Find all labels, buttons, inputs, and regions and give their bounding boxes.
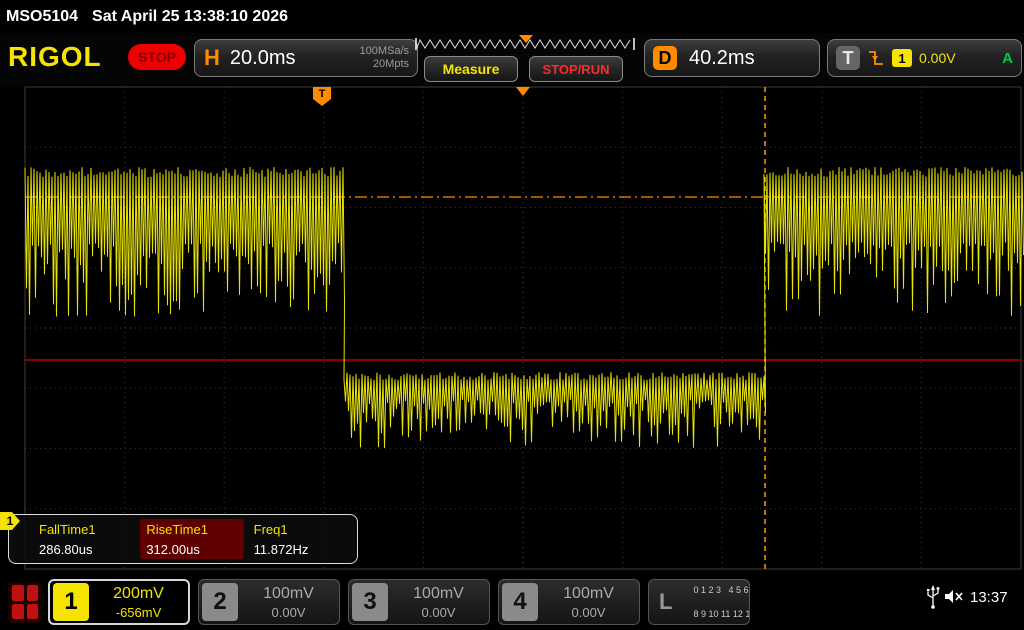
usb-icon: [926, 584, 940, 610]
channel-3-box[interactable]: 3 100mV 0.00V: [348, 579, 490, 625]
stop-run-button[interactable]: STOP/RUN: [529, 56, 623, 82]
channel-2-scale: 100mV: [238, 585, 339, 603]
memory-position-bar[interactable]: [414, 35, 636, 52]
measurement-label: FallTime1: [39, 522, 130, 537]
measurement-item-freq[interactable]: Freq1 11.872Hz: [248, 519, 351, 559]
channel-1-offset: -656mV: [89, 605, 188, 620]
rigol-logo: RIGOL: [8, 41, 102, 73]
measurement-label: RiseTime1: [146, 522, 237, 537]
delay-label: D: [653, 46, 677, 70]
horizontal-settings-box[interactable]: H 20.0ms 100MSa/s 20Mpts: [194, 39, 418, 77]
logic-channels-box[interactable]: L 0 1 2 3 4 5 6 7 8 9 10 11 12 13 14 15: [648, 579, 750, 625]
main-menu-icon[interactable]: [8, 581, 42, 623]
channel-1-scale: 200mV: [89, 585, 188, 603]
measurement-item-falltime[interactable]: FallTime1 286.80us: [33, 519, 136, 559]
horizontal-label: H: [204, 45, 220, 71]
channel-4-box[interactable]: 4 100mV 0.00V: [498, 579, 640, 625]
trigger-label: T: [836, 46, 860, 70]
speaker-muted-icon[interactable]: [944, 589, 964, 604]
channel-4-number: 4: [502, 583, 538, 621]
delay-value: 40.2ms: [689, 47, 755, 70]
trigger-level-value: 0.00V: [919, 50, 956, 66]
trigger-settings-box[interactable]: T 1 0.00V A: [827, 39, 1022, 77]
delay-settings-box[interactable]: D 40.2ms: [644, 39, 820, 77]
model-name: MSO5104: [6, 8, 78, 26]
channel-4-offset: 0.00V: [538, 605, 639, 620]
datetime-text: Sat April 25 13:38:10 2026: [92, 8, 288, 26]
memory-depth: 20Mpts: [373, 58, 409, 70]
channel-4-scale: 100mV: [538, 585, 639, 603]
measurement-panel[interactable]: FallTime1 286.80us RiseTime1 312.00us Fr…: [8, 514, 358, 564]
channel-3-scale: 100mV: [388, 585, 489, 603]
measure-button[interactable]: Measure: [424, 56, 518, 82]
logic-label: L: [659, 589, 672, 615]
falling-edge-icon: [867, 47, 885, 69]
channel-2-number: 2: [202, 583, 238, 621]
trigger-sweep-mode: A: [1002, 50, 1013, 67]
svg-text:T: T: [319, 88, 326, 100]
titlebar: MSO5104 Sat April 25 13:38:10 2026: [0, 0, 1024, 33]
logic-row-1: 0 1 2 3 4 5 6 7: [693, 585, 750, 595]
channel-2-box[interactable]: 2 100mV 0.00V: [198, 579, 340, 625]
channel-1-number: 1: [53, 583, 89, 621]
measurement-value: 11.872Hz: [254, 542, 345, 557]
measurement-value: 312.00us: [146, 542, 237, 557]
logic-row-2: 8 9 10 11 12 13 14 15: [693, 609, 750, 619]
measurement-label: Freq1: [254, 522, 345, 537]
clock-text: 13:37: [970, 589, 1008, 606]
channel-3-number: 3: [352, 583, 388, 621]
measurement-item-risetime[interactable]: RiseTime1 312.00us: [140, 519, 243, 559]
trigger-source-badge: 1: [892, 49, 912, 67]
channel-bar: 1 200mV -656mV 2 100mV 0.00V 3 100mV 0.0…: [0, 575, 1024, 630]
scope-header: RIGOL STOP H 20.0ms 100MSa/s 20Mpts Meas…: [0, 33, 1024, 85]
channel-1-box[interactable]: 1 200mV -656mV: [48, 579, 190, 625]
waveform-display: T: [0, 85, 1024, 571]
timebase-value: 20.0ms: [230, 47, 296, 70]
waveform-plot[interactable]: T: [0, 85, 1024, 571]
measurement-value: 286.80us: [39, 542, 130, 557]
run-state-badge: STOP: [128, 44, 186, 70]
sample-rate: 100MSa/s: [359, 45, 409, 57]
channel-3-offset: 0.00V: [388, 605, 489, 620]
channel-2-offset: 0.00V: [238, 605, 339, 620]
